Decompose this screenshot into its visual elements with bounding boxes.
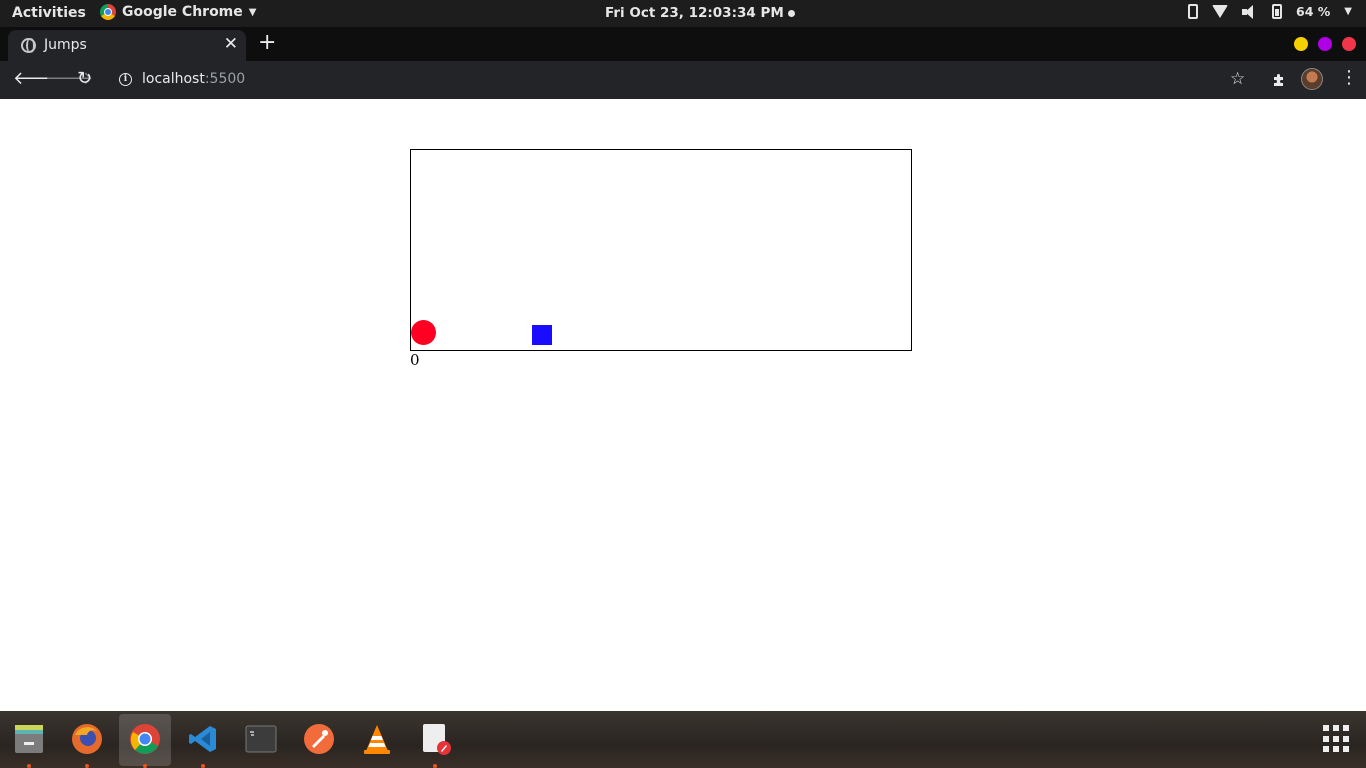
vlc-icon — [364, 725, 390, 754]
running-indicator — [27, 764, 31, 768]
url-text[interactable]: localhost:5500 — [142, 71, 245, 87]
dock-item-postman[interactable] — [293, 714, 345, 766]
window-controls — [1294, 37, 1356, 51]
dock — [0, 711, 1366, 768]
dock-item-vlc[interactable] — [351, 714, 403, 766]
clock-label: Fri Oct 23, 12:03:34 PM — [605, 5, 784, 21]
score-counter: 0 — [410, 351, 420, 369]
extensions-puzzle-icon[interactable] — [1271, 72, 1287, 88]
dock-item-text-editor[interactable] — [409, 714, 461, 768]
close-icon[interactable]: ✕ — [224, 34, 238, 54]
chrome-icon — [130, 724, 160, 754]
close-window-button[interactable] — [1342, 37, 1356, 51]
info-icon[interactable]: i — [119, 73, 132, 86]
browser-toolbar: 🡐 🡒 ↻ i localhost:5500 ☆ — [0, 61, 1366, 99]
more-menu-icon[interactable]: ⋮ — [1340, 67, 1358, 89]
dock-item-files[interactable] — [3, 714, 55, 768]
show-applications-icon[interactable] — [1323, 725, 1351, 753]
page-content: 0 — [0, 99, 1366, 711]
globe-icon — [21, 38, 36, 53]
clock[interactable]: Fri Oct 23, 12:03:34 PM — [605, 5, 795, 21]
tab-strip: Jumps ✕ + — [0, 27, 1366, 61]
wifi-icon — [1212, 5, 1229, 18]
app-menu-label: Google Chrome — [122, 4, 243, 20]
notification-dot-icon — [787, 9, 795, 17]
phone-icon — [1188, 4, 1199, 19]
player-ball — [411, 320, 436, 345]
dock-item-vscode[interactable] — [177, 714, 229, 768]
dock-item-terminal[interactable] — [235, 714, 287, 766]
terminal-icon — [245, 725, 277, 753]
address-bar[interactable]: i localhost:5500 — [110, 65, 1260, 95]
chrome-icon — [100, 4, 116, 20]
postman-icon — [304, 724, 334, 754]
profile-avatar[interactable] — [1301, 68, 1323, 90]
bookmark-star-icon[interactable]: ☆ — [1230, 68, 1245, 90]
url-port: :5500 — [204, 71, 246, 87]
chevron-down-icon: ▼ — [248, 6, 257, 18]
url-host: localhost — [142, 71, 205, 87]
running-indicator — [201, 764, 205, 768]
firefox-icon — [72, 724, 102, 754]
system-top-bar: Activities Google Chrome ▼ Fri Oct 23, 1… — [0, 0, 1366, 27]
running-indicator — [143, 764, 147, 768]
battery-percent: 64 % — [1296, 4, 1331, 19]
new-tab-button[interactable]: + — [258, 30, 276, 56]
minimize-button[interactable] — [1294, 37, 1308, 51]
game-canvas[interactable] — [410, 149, 912, 351]
running-indicator — [433, 764, 437, 768]
files-icon — [15, 725, 43, 753]
app-menu[interactable]: Google Chrome ▼ — [100, 4, 256, 20]
tab-title: Jumps — [44, 37, 87, 53]
running-indicator — [85, 764, 89, 768]
dock-item-firefox[interactable] — [61, 714, 113, 768]
chevron-down-icon: ▼ — [1344, 6, 1352, 17]
battery-icon — [1272, 4, 1283, 19]
obstacle-block — [532, 325, 552, 345]
tab-jumps[interactable]: Jumps ✕ — [8, 30, 246, 61]
vscode-icon — [189, 726, 216, 752]
maximize-button[interactable] — [1318, 37, 1332, 51]
volume-icon — [1242, 4, 1258, 19]
dock-item-chrome[interactable] — [119, 714, 171, 768]
text-editor-icon — [423, 724, 451, 755]
activities-button[interactable]: Activities — [12, 5, 86, 21]
system-status-area[interactable]: 64 % ▼ — [1188, 4, 1352, 19]
reload-button[interactable]: ↻ — [77, 68, 92, 90]
